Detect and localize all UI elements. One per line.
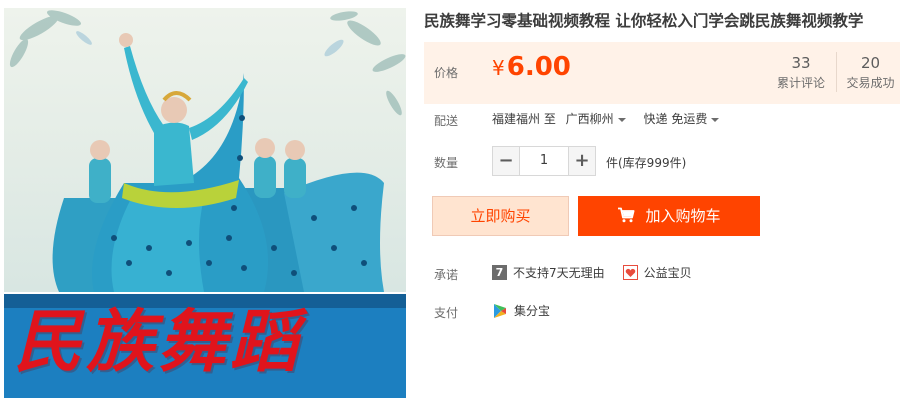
quantity-input[interactable]: 1 xyxy=(520,146,568,176)
plus-icon: + xyxy=(574,150,590,171)
banner-title: 民族舞蹈 xyxy=(14,302,303,382)
delivery-destination-select[interactable]: 广西柳州 xyxy=(566,110,640,127)
price-amount: 6.00 xyxy=(506,52,571,82)
quantity-increase-button[interactable]: + xyxy=(568,146,596,176)
price-label: 价格 xyxy=(434,66,459,80)
quantity-stepper: − 1 + xyxy=(492,146,596,176)
chevron-down-icon xyxy=(617,117,626,122)
no-return-tag[interactable]: 7 不支持7天无理由 xyxy=(492,264,605,281)
cart-icon xyxy=(618,207,635,223)
stock-info: 件(库存999件) xyxy=(606,156,687,170)
review-stat[interactable]: 33 累计评论 xyxy=(767,52,835,92)
product-title: 民族舞学习零基础视频教程 让你轻松入门学会跳民族舞视频教学 xyxy=(424,12,864,30)
product-gallery: 民族舞蹈 xyxy=(4,8,406,398)
charity-tag[interactable]: 公益宝贝 xyxy=(622,264,692,281)
minus-icon: − xyxy=(498,150,514,171)
delivery-label: 配送 xyxy=(434,114,459,128)
review-count: 33 xyxy=(791,54,811,72)
delivery-row: 福建福州 至 广西柳州 快递 免运费 xyxy=(492,110,733,127)
no-return-text: 不支持7天无理由 xyxy=(513,266,605,280)
heart-icon xyxy=(622,265,638,280)
promise-row: 7 不支持7天无理由 公益宝贝 xyxy=(492,264,710,281)
payment-method: 集分宝 xyxy=(514,304,551,318)
deal-stat: 20 交易成功 xyxy=(836,52,903,92)
delivery-destination: 广西柳州 xyxy=(565,112,614,126)
shipping-method: 快递 免运费 xyxy=(643,112,708,126)
product-banner: 民族舞蹈 xyxy=(4,294,406,398)
payment-label: 支付 xyxy=(434,306,459,320)
promise-label: 承诺 xyxy=(434,268,459,282)
currency-symbol: ¥ xyxy=(492,56,505,80)
seven-day-icon: 7 xyxy=(492,265,507,280)
jifenbao-icon xyxy=(494,303,506,318)
buy-now-button[interactable]: 立即购买 xyxy=(432,196,569,236)
price-box: 价格 ¥6.00 33 累计评论 20 交易成功 xyxy=(424,42,900,104)
quantity-decrease-button[interactable]: − xyxy=(492,146,520,176)
add-to-cart-button[interactable]: 加入购物车 xyxy=(578,196,760,236)
price-value: ¥6.00 xyxy=(492,52,571,82)
shipping-method-select[interactable]: 快递 免运费 xyxy=(644,110,734,127)
quantity-label: 数量 xyxy=(434,156,459,170)
deal-label: 交易成功 xyxy=(846,76,895,90)
payment-row: 集分宝 xyxy=(492,302,550,319)
review-label: 累计评论 xyxy=(776,76,825,90)
charity-text: 公益宝贝 xyxy=(643,266,692,280)
delivery-origin: 福建福州 至 xyxy=(492,112,556,126)
peacock-dance-illustration xyxy=(9,10,406,292)
chevron-down-icon xyxy=(711,117,720,122)
product-main-image[interactable] xyxy=(4,8,406,292)
deal-count: 20 xyxy=(860,54,881,72)
product-info-panel: 民族舞学习零基础视频教程 让你轻松入门学会跳民族舞视频教学 价格 ¥6.00 3… xyxy=(424,8,900,320)
add-to-cart-label: 加入购物车 xyxy=(645,207,721,225)
